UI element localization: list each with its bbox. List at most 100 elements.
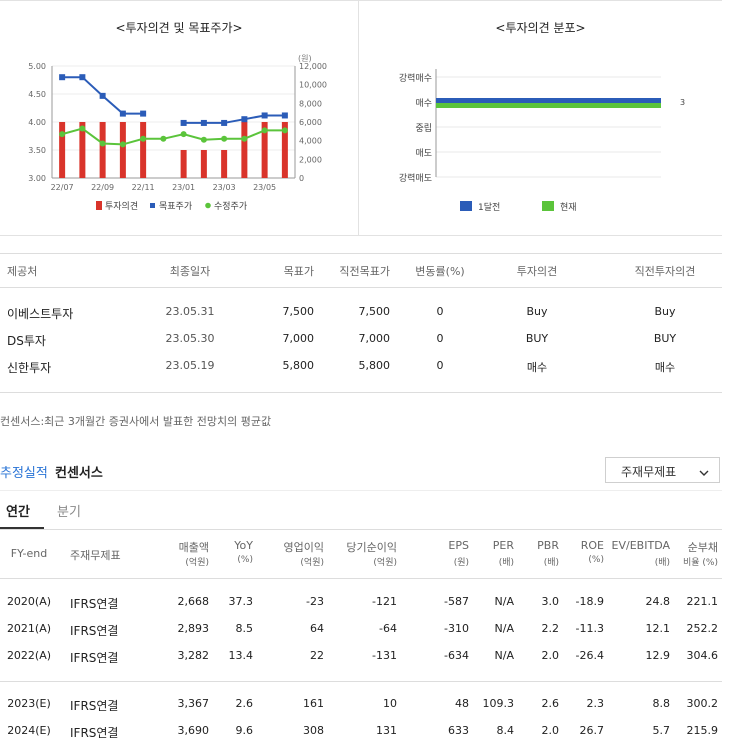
legend-swatch <box>542 201 554 211</box>
estimate-header-unit: (배) <box>498 558 514 568</box>
estimate-cell: 308 <box>303 724 324 737</box>
estimate-title-blue: 추정실적 <box>0 466 48 481</box>
estimate-cell: -634 <box>444 649 469 662</box>
broker-cell: 매수 <box>526 361 548 374</box>
period-tabs: 연간 분기 <box>0 490 722 530</box>
estimate-cell: IFRS연결 <box>70 624 119 638</box>
adjusted-price-point <box>79 125 86 132</box>
opinion-distribution-chart: 강력매수매수중립매도강력매도 3 1달전 현재 <box>399 69 685 213</box>
adjusted-price-point <box>281 127 288 134</box>
estimate-cell: 2.2 <box>541 622 560 635</box>
estimate-header-unit: (원) <box>453 558 469 568</box>
consensus-note: 컨센서스:최근 3개월간 증권사에서 발표한 전망치의 평균값 <box>0 415 272 428</box>
estimate-cell: N/A <box>494 622 514 635</box>
target-price-point <box>79 74 86 81</box>
y-right-tick: 8,000 <box>299 99 322 108</box>
distribution-bar <box>436 103 661 108</box>
broker-cell: 7,500 <box>358 305 391 318</box>
statement-type-dropdown[interactable]: 주재무제표 <box>605 457 720 483</box>
estimate-cell: N/A <box>494 649 514 662</box>
estimate-cell: 2.0 <box>541 724 560 737</box>
y-right-tick: 2,000 <box>299 155 322 164</box>
estimate-cell: IFRS연결 <box>70 699 119 713</box>
category-label: 중립 <box>415 123 432 134</box>
opinion-bar <box>241 122 248 178</box>
estimate-cell: IFRS연결 <box>70 651 119 665</box>
target-price-point <box>221 119 228 126</box>
estimate-header-cell: PER <box>492 539 514 552</box>
broker-cell: 5,800 <box>282 359 315 372</box>
estimate-actual-estimate-divider <box>0 681 722 682</box>
estimate-cell: 215.9 <box>686 724 719 737</box>
estimate-cell: 64 <box>310 622 324 635</box>
estimate-cell: 2021(A) <box>6 622 52 635</box>
estimate-cell: -26.4 <box>575 649 604 662</box>
estimate-cell: 221.1 <box>686 595 719 608</box>
broker-header-border <box>0 287 722 288</box>
y-left-tick: 5.00 <box>28 62 46 71</box>
x-tick-label: 22/09 <box>91 183 114 192</box>
opinion-bar <box>59 122 66 178</box>
legend-label: 목표주가 <box>159 201 192 212</box>
estimate-header-cell: 순부채 <box>687 541 718 554</box>
legend-swatch <box>205 202 211 209</box>
estimate-cell: -131 <box>372 649 397 662</box>
broker-cell: 신한투자 <box>7 361 52 375</box>
estimate-cell: 12.9 <box>645 649 671 662</box>
estimate-cell: 3,367 <box>177 697 210 710</box>
estimate-cell: 2.6 <box>541 697 560 710</box>
category-label: 강력매도 <box>399 172 432 184</box>
target-price-point <box>241 116 248 123</box>
estimate-cell: 2022(A) <box>6 649 52 662</box>
target-price-point <box>59 74 66 81</box>
tab-quarter-label: 분기 <box>57 505 81 520</box>
estimate-cell: 633 <box>448 724 469 737</box>
estimate-cell: -23 <box>306 595 324 608</box>
estimate-cell: IFRS연결 <box>70 726 119 740</box>
legend-label: 1달전 <box>478 201 500 213</box>
estimate-cell: 12.1 <box>645 622 671 635</box>
broker-cell: 23.05.31 <box>165 305 215 318</box>
estimate-header-cell: EV/EBITDA <box>611 539 670 552</box>
estimate-cell: 2.0 <box>541 649 560 662</box>
estimate-section-title: 추정실적 컨센서스 <box>0 462 103 481</box>
estimate-cell: 2023(E) <box>7 697 51 710</box>
broker-header-cell: 최종일자 <box>169 265 211 278</box>
estimate-cell: -310 <box>444 622 469 635</box>
bar-value-label: 3 <box>680 98 685 107</box>
adjusted-price-point <box>180 131 187 138</box>
broker-cell: 0 <box>436 332 444 345</box>
estimate-cell: 109.3 <box>482 697 515 710</box>
estimate-cell: 22 <box>310 649 324 662</box>
estimate-cell: 13.4 <box>228 649 254 662</box>
broker-cell: 매수 <box>654 361 676 374</box>
broker-cell: 7,000 <box>358 332 391 345</box>
adjusted-price-point <box>119 141 126 148</box>
target-price-point <box>200 119 207 126</box>
estimate-cell: 252.2 <box>686 622 719 635</box>
y-right-tick: 0 <box>299 174 304 183</box>
estimate-header-cell: ROE <box>580 539 604 552</box>
adjusted-price-point <box>59 131 66 138</box>
estimate-cell: 8.8 <box>652 697 671 710</box>
distribution-bar <box>436 98 661 103</box>
target-price-point <box>281 112 288 119</box>
estimate-header-cell: PBR <box>537 539 559 552</box>
tab-annual[interactable]: 연간 <box>0 491 44 529</box>
x-tick-label: 23/01 <box>172 183 195 192</box>
broker-cell: 5,800 <box>358 359 391 372</box>
category-label: 매도 <box>415 148 432 159</box>
broker-cell: 이베스트투자 <box>7 307 74 321</box>
tab-quarter[interactable]: 분기 <box>54 491 94 529</box>
estimate-cell: 48 <box>455 697 469 710</box>
broker-cell: BUY <box>653 332 677 345</box>
y-left-tick: 4.50 <box>28 90 46 99</box>
opinion-bar <box>200 150 207 178</box>
y-left-tick: 3.50 <box>28 146 46 155</box>
adjusted-price-point <box>241 135 248 142</box>
broker-cell: 23.05.30 <box>165 332 215 345</box>
estimate-header-unit: 비율 (%) <box>683 558 718 568</box>
estimate-cell: 2020(A) <box>6 595 52 608</box>
adjusted-price-point <box>140 135 147 142</box>
estimate-header-cell: YoY <box>234 539 253 552</box>
